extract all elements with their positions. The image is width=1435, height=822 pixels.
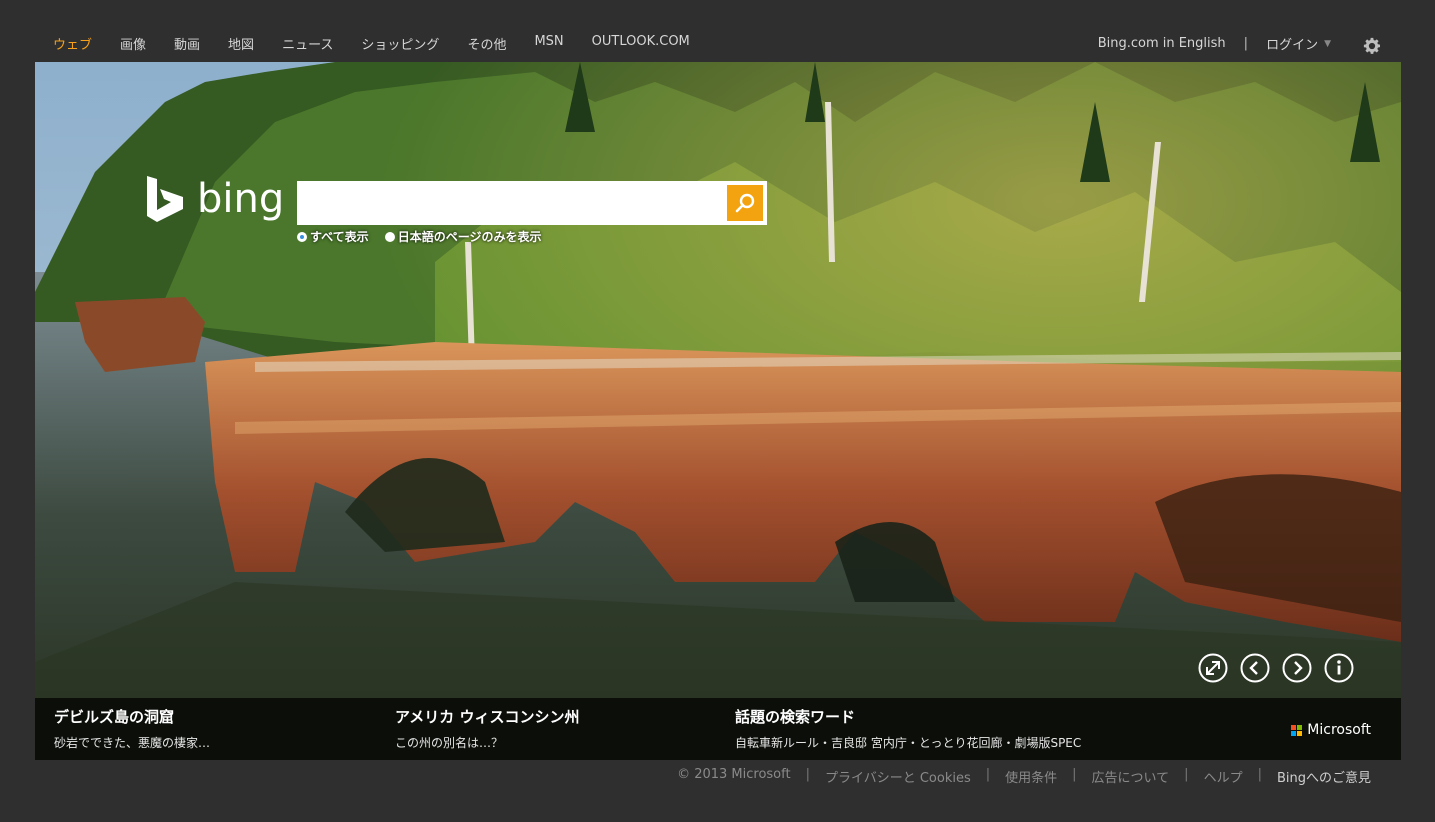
search-icon [735,193,755,213]
nav-news[interactable]: ニュース [282,34,333,53]
image-controls [1198,653,1366,683]
radio-selected-icon[interactable] [297,231,307,242]
gear-icon[interactable] [1363,37,1381,55]
caption-item-location[interactable]: アメリカ ウィスコンシン州 この州の別名は…？ [395,706,579,751]
footer-separator: | [805,767,810,782]
caption-bar: デビルズ島の洞窟 砂岩でできた、悪魔の棲家… アメリカ ウィスコンシン州 この州… [35,698,1401,760]
chevron-down-icon[interactable]: ▼ [1324,39,1331,49]
caption-title: アメリカ ウィスコンシン州 [395,708,580,726]
radio-unselected-icon[interactable] [384,231,395,242]
terms-link[interactable]: 使用条件 [1005,767,1057,786]
caption-title: 話題の検索ワード [735,708,856,726]
caption-subtitle: 砂岩でできた、悪魔の棲家… [54,736,211,750]
help-link[interactable]: ヘルプ [1204,767,1243,786]
microsoft-label: Microsoft [1307,722,1371,738]
nav-outlook[interactable]: OUTLOOK.COM [592,34,690,53]
nav-msn[interactable]: MSN [534,34,563,53]
landscape-scene [35,62,1401,760]
background-photo [35,62,1401,760]
search-input[interactable] [297,181,717,225]
nav-maps[interactable]: 地図 [228,34,254,53]
nav-right: Bing.com in English | ログイン ▼ [1098,34,1435,55]
top-navigation: ウェブ 画像 動画 地図 ニュース ショッピング その他 MSN OUTLOOK… [0,0,1435,62]
caption-subtitle: 自転車新ルール・吉良邸 宮内庁・とっとり花回廊・劇場版SPEC [735,736,1082,750]
footer-links: © 2013 Microsoft | プライバシーと Cookies | 使用条… [677,767,1371,786]
search-box [297,181,767,225]
bing-logo[interactable]: bing [145,174,284,224]
footer-separator: | [1184,767,1189,782]
nav-separator: | [1243,36,1249,51]
ads-link[interactable]: 広告について [1092,767,1170,786]
english-link[interactable]: Bing.com in English [1098,36,1226,51]
nav-links: ウェブ 画像 動画 地図 ニュース ショッピング その他 MSN OUTLOOK… [53,34,718,53]
caption-item-trending[interactable]: 話題の検索ワード 自転車新ルール・吉良邸 宮内庁・とっとり花回廊・劇場版SPEC [735,706,1081,751]
bing-wordmark: bing [197,176,285,222]
info-icon[interactable] [1324,653,1354,683]
login-link[interactable]: ログイン [1266,34,1318,53]
bing-b-icon [147,176,183,222]
footer-separator: | [985,767,991,782]
footer-separator: | [1072,767,1077,782]
radio-japanese-only[interactable]: 日本語のページのみを表示 [384,228,542,245]
nav-shopping[interactable]: ショッピング [361,34,439,53]
microsoft-logo[interactable]: Microsoft [1291,722,1371,738]
radio-all-label: すべて表示 [310,230,369,244]
nav-more[interactable]: その他 [467,34,506,53]
microsoft-logo-icon [1291,724,1303,736]
next-icon[interactable] [1282,653,1312,683]
privacy-link[interactable]: プライバシーと Cookies [825,767,971,786]
copyright-text: © 2013 Microsoft [677,767,791,782]
caption-title: デビルズ島の洞窟 [54,708,175,726]
radio-all[interactable]: すべて表示 [297,228,369,245]
search-button[interactable] [727,185,763,221]
prev-icon[interactable] [1240,653,1270,683]
nav-web[interactable]: ウェブ [53,34,92,53]
nav-videos[interactable]: 動画 [174,34,200,53]
caption-item-image[interactable]: デビルズ島の洞窟 砂岩でできた、悪魔の棲家… [54,706,210,751]
radio-japanese-label: 日本語のページのみを表示 [397,230,542,244]
feedback-link[interactable]: Bingへのご意見 [1277,767,1371,786]
search-scope-options: すべて表示 日本語のページのみを表示 [297,228,557,245]
nav-images[interactable]: 画像 [120,34,146,53]
footer-separator: | [1257,767,1262,782]
expand-icon[interactable] [1198,653,1228,683]
caption-subtitle: この州の別名は…？ [395,736,504,750]
